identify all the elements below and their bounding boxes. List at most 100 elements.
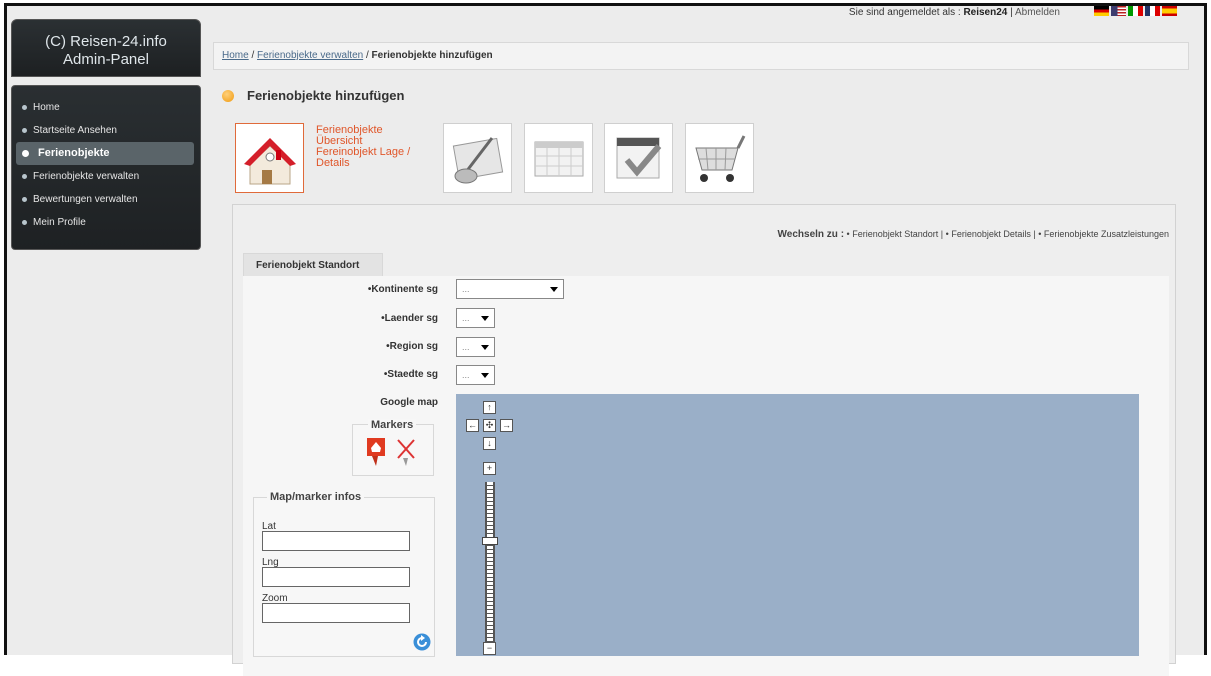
logout-link[interactable]: Abmelden — [1015, 7, 1060, 18]
mapinfo-title: Map/marker infos — [267, 491, 365, 503]
step-availability[interactable] — [604, 123, 673, 193]
sidebar-item-ferienobjekte-verwalten[interactable]: Ferienobjekte verwalten — [12, 165, 200, 188]
pan-down-button[interactable]: ↓ — [483, 437, 496, 450]
tab-standort[interactable]: Ferienobjekt Standort — [243, 253, 383, 276]
us-flag-icon[interactable] — [1111, 6, 1126, 16]
site-subtitle: Admin-Panel — [63, 51, 149, 68]
step-label-line: Details — [316, 157, 350, 169]
house-marker-icon[interactable] — [366, 437, 386, 467]
sidebar-item-label: Startseite Ansehen — [33, 125, 117, 136]
page-title: Ferienobjekte hinzufügen — [222, 88, 404, 103]
bullet: • — [945, 229, 949, 239]
select-value: ... — [462, 313, 470, 323]
staedte-label: •Staedte sg — [383, 369, 438, 380]
step-house[interactable] — [235, 123, 304, 193]
google-map[interactable] — [456, 394, 1139, 656]
zoom-in-button[interactable]: + — [483, 462, 496, 475]
sidebar-item-label: Mein Profile — [33, 217, 86, 228]
sidebar-item-label: Home — [33, 102, 60, 113]
lat-input[interactable] — [262, 531, 410, 551]
german-flag-icon[interactable] — [1094, 6, 1109, 16]
select-value: ... — [462, 370, 470, 380]
spanish-flag-icon[interactable] — [1162, 6, 1177, 16]
pipe: | — [1033, 229, 1036, 239]
house-icon — [244, 138, 296, 185]
step-label: Ferienobjekte Übersicht Fereinobjekt Lag… — [316, 125, 410, 169]
zoom-input[interactable] — [262, 603, 410, 623]
markers-box — [352, 424, 434, 476]
breadcrumb-manage[interactable]: Ferienobjekte verwalten — [257, 50, 363, 61]
refresh-icon[interactable] — [413, 633, 431, 651]
shopping-cart-icon — [695, 135, 746, 182]
step-calendar[interactable] — [524, 123, 593, 193]
pan-center-button[interactable]: ✣ — [483, 419, 496, 432]
zoom-out-button[interactable]: − — [483, 642, 496, 655]
region-select[interactable]: ... — [456, 337, 495, 357]
checked-calendar-icon — [616, 137, 662, 179]
bullet: • — [846, 229, 850, 239]
top-bar: Sie sind angemeldet als : Reisen24 | Abm… — [205, 0, 1200, 22]
select-value: ... — [462, 342, 470, 352]
login-prefix: Sie sind angemeldet als : — [848, 7, 964, 18]
sidebar-item-label: Ferienobjekte verwalten — [33, 171, 140, 182]
markers-title: Markers — [368, 419, 417, 431]
step-cart[interactable] — [685, 123, 754, 193]
sidebar-item-ferienobjekte[interactable]: Ferienobjekte — [16, 142, 194, 165]
breadcrumb-current: Ferienobjekte hinzufügen — [371, 50, 493, 61]
zoom-slider[interactable] — [485, 482, 495, 642]
italian-flag-icon[interactable] — [1128, 6, 1143, 16]
chevron-down-icon — [481, 316, 489, 321]
kontinente-select[interactable]: ... — [456, 279, 564, 299]
sidebar-item-label: Bewertungen verwalten — [33, 194, 138, 205]
breadcrumb-home[interactable]: Home — [222, 50, 249, 61]
google-map-label: Google map — [380, 397, 438, 408]
step-details[interactable] — [443, 123, 512, 193]
bullet-icon — [22, 105, 27, 110]
bullet-icon — [22, 174, 27, 179]
zoom-slider-handle[interactable] — [482, 537, 498, 545]
sidebar-item-home[interactable]: Home — [12, 96, 200, 119]
select-value: ... — [462, 284, 470, 294]
sidebar-nav: Home Startseite Ansehen Ferienobjekte Fe… — [11, 85, 201, 250]
chevron-down-icon — [481, 345, 489, 350]
pipe: | — [940, 229, 944, 239]
bullet-icon — [22, 128, 27, 133]
orange-bullet-icon — [222, 89, 234, 102]
bullet: • — [1038, 229, 1042, 239]
pan-right-button[interactable]: → — [500, 419, 513, 432]
calendar-icon — [534, 141, 584, 177]
switch-link-standort[interactable]: Ferienobjekt Standort — [852, 229, 938, 239]
login-separator: | — [1007, 7, 1015, 18]
breadcrumb: Home / Ferienobjekte verwalten / Ferieno… — [213, 42, 1189, 70]
kontinente-label: •Kontinente sg — [367, 284, 438, 295]
breadcrumb-sep: / — [248, 50, 258, 61]
site-title: (C) Reisen-24.info — [45, 33, 167, 50]
sidebar-header: (C) Reisen-24.info Admin-Panel — [11, 19, 201, 77]
sidebar-item-bewertungen[interactable]: Bewertungen verwalten — [12, 188, 200, 211]
switch-link-details[interactable]: Ferienobjekt Details — [951, 229, 1031, 239]
laender-label: •Laender sg — [381, 313, 438, 324]
brush-icon — [452, 137, 504, 184]
chevron-down-icon — [481, 373, 489, 378]
delete-marker-icon[interactable] — [395, 437, 417, 467]
laender-select[interactable]: ... — [456, 308, 495, 328]
switch-label: Wechseln zu : — [777, 229, 845, 240]
staedte-select[interactable]: ... — [456, 365, 495, 385]
sidebar-item-startseite[interactable]: Startseite Ansehen — [12, 119, 200, 142]
sidebar-item-profile[interactable]: Mein Profile — [12, 211, 200, 234]
language-flags — [1094, 6, 1177, 16]
bullet-icon — [22, 150, 29, 157]
sidebar-item-label: Ferienobjekte — [38, 147, 110, 159]
pan-left-button[interactable]: ← — [466, 419, 479, 432]
bullet-icon — [22, 220, 27, 225]
username: Reisen24 — [963, 7, 1008, 18]
french-flag-icon[interactable] — [1145, 6, 1160, 16]
login-status: Sie sind angemeldet als : Reisen24 | Abm… — [849, 7, 1060, 18]
chevron-down-icon — [550, 287, 558, 292]
switch-link-zusatz[interactable]: Ferienobjekte Zusatzleistungen — [1044, 229, 1169, 239]
pan-up-button[interactable]: ↑ — [483, 401, 496, 414]
page-title-text: Ferienobjekte hinzufügen — [247, 88, 405, 103]
breadcrumb-sep: / — [363, 50, 372, 61]
bullet-icon — [22, 197, 27, 202]
lng-input[interactable] — [262, 567, 410, 587]
